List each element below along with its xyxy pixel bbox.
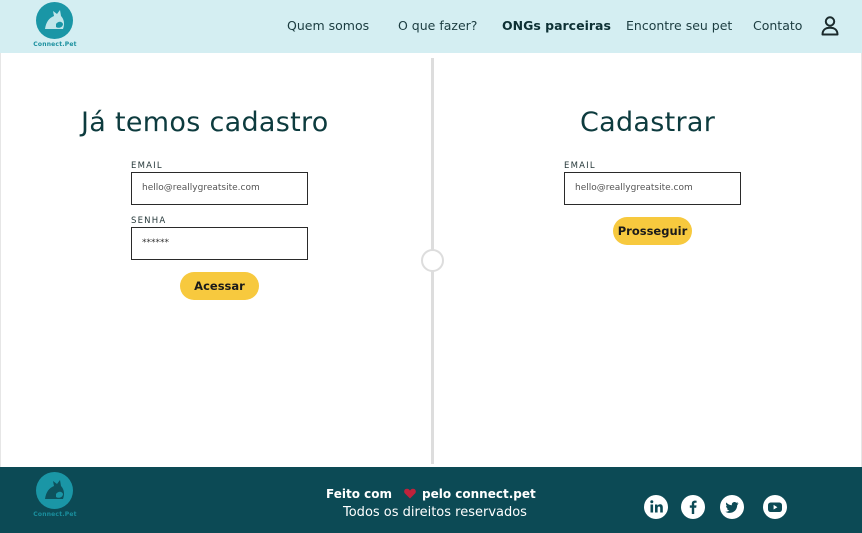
nav-quem-somos[interactable]: Quem somos — [287, 18, 369, 33]
login-password-label: SENHA — [131, 216, 167, 226]
nav-o-que-fazer[interactable]: O que fazer? — [398, 18, 477, 33]
login-title: Já temos cadastro — [81, 107, 329, 138]
rights-text: Todos os direitos reservados — [343, 505, 527, 520]
login-submit-button[interactable]: Acessar — [180, 272, 259, 300]
nav-contato[interactable]: Contato — [753, 18, 802, 33]
logo-pet-icon — [36, 2, 73, 39]
made-with-text: Feito com — [326, 487, 430, 501]
made-with-prefix: Feito com — [326, 487, 392, 501]
content-border-left — [0, 53, 1, 467]
login-password-input[interactable]: ****** — [131, 227, 308, 260]
brand-logo[interactable]: Connect.Pet — [33, 2, 77, 50]
facebook-icon[interactable] — [681, 495, 705, 519]
site-footer: Connect.Pet Feito com pelo connect.pet T… — [0, 467, 862, 533]
register-continue-button[interactable]: Prosseguir — [613, 217, 692, 245]
nav-ongs-parceiras[interactable]: ONGs parceiras — [502, 18, 611, 33]
user-icon[interactable] — [820, 15, 840, 37]
nav-encontre-seu-pet[interactable]: Encontre seu pet — [626, 18, 732, 33]
footer-brand-logo[interactable]: Connect.Pet — [33, 472, 77, 520]
login-email-label: EMAIL — [131, 161, 163, 171]
divider-knob — [421, 249, 444, 272]
logo-wordmark: Connect.Pet — [33, 41, 77, 48]
linkedin-icon[interactable] — [644, 495, 668, 519]
footer-logo-wordmark: Connect.Pet — [33, 511, 77, 518]
register-title: Cadastrar — [580, 107, 716, 138]
register-email-label: EMAIL — [564, 161, 596, 171]
footer-logo-pet-icon — [36, 472, 73, 509]
register-email-input[interactable]: hello@reallygreatsite.com — [564, 172, 741, 205]
made-with-suffix: pelo connect.pet — [422, 487, 536, 501]
twitter-icon[interactable] — [720, 495, 744, 519]
site-header: Connect.Pet Quem somos O que fazer? ONGs… — [0, 0, 862, 53]
youtube-icon[interactable] — [763, 495, 787, 519]
heart-icon — [404, 488, 416, 499]
login-email-input[interactable]: hello@reallygreatsite.com — [131, 172, 308, 205]
